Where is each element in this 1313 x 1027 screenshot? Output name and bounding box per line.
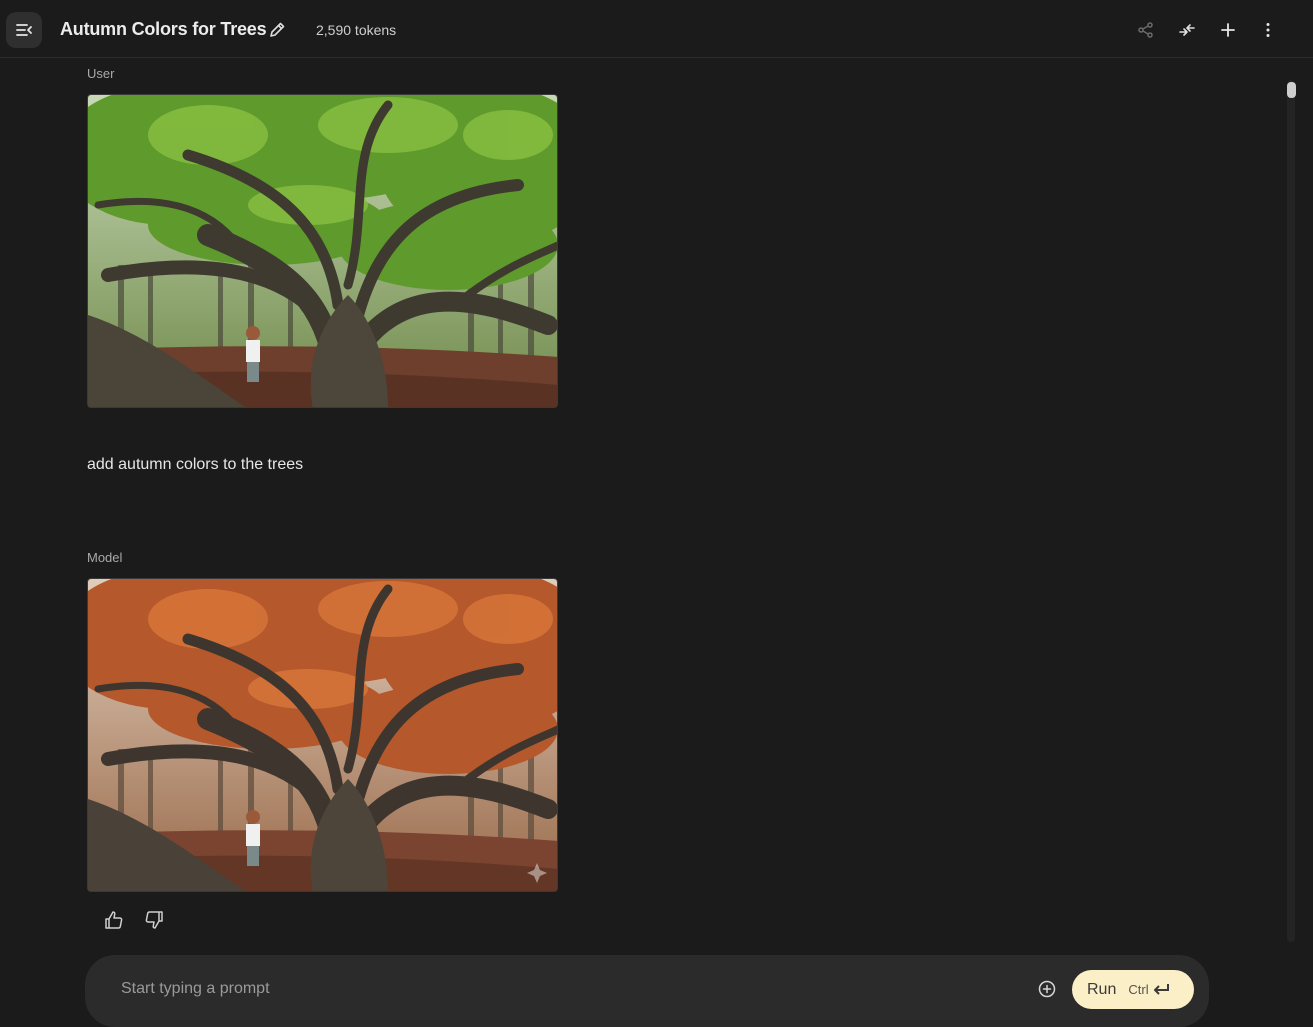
prompt-input[interactable]: [119, 977, 999, 1001]
token-count: 2,590 tokens: [316, 22, 397, 38]
scrollbar-track[interactable]: [1287, 80, 1295, 942]
prompt-bar: Run Ctrl: [85, 955, 1209, 1027]
thumb-up-icon: [105, 911, 123, 929]
chat-history: User add autumn colors to the trees Mode…: [0, 59, 1313, 949]
more-vert-icon: [1266, 23, 1270, 37]
user-prompt-text: add autumn colors to the trees: [87, 456, 304, 473]
thumb-up-button[interactable]: [101, 907, 127, 933]
compare-button[interactable]: [1174, 17, 1200, 43]
enter-key-icon: [1152, 983, 1170, 997]
share-icon: [1138, 22, 1153, 38]
share-button[interactable]: [1133, 17, 1159, 43]
more-options-button[interactable]: [1255, 17, 1281, 43]
run-button[interactable]: Run Ctrl: [1072, 970, 1194, 1009]
compare-icon: [1179, 24, 1195, 36]
menu-collapse-icon: [16, 24, 32, 36]
page-title: Autumn Colors for Trees: [60, 19, 267, 39]
top-bar: Autumn Colors for Trees 2,590 tokens: [0, 0, 1313, 58]
menu-collapse-button[interactable]: [6, 12, 42, 48]
run-shortcut-label: Ctrl: [1128, 982, 1149, 997]
new-chat-button[interactable]: [1215, 17, 1241, 43]
edit-title-button[interactable]: [266, 19, 288, 41]
scrollbar-thumb[interactable]: [1287, 82, 1296, 98]
user-image[interactable]: [87, 94, 558, 408]
model-image[interactable]: [87, 578, 558, 892]
thumb-down-button[interactable]: [141, 907, 167, 933]
run-button-label: Run: [1087, 980, 1117, 998]
model-role-label: Model: [87, 550, 123, 565]
add-media-button[interactable]: [1035, 977, 1059, 1001]
user-role-label: User: [87, 66, 115, 81]
add-icon: [1221, 23, 1235, 37]
add-circle-icon: [1038, 980, 1056, 998]
thumb-down-icon: [145, 911, 163, 929]
edit-icon: [270, 22, 285, 37]
